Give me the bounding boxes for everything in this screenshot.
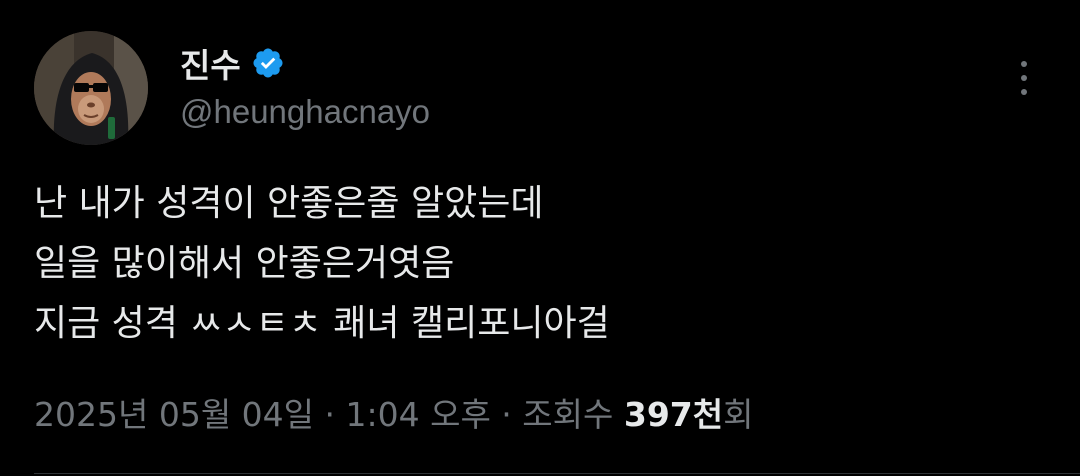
- views-label-suffix: 회: [723, 395, 754, 434]
- tweet-text-line: 지금 성격 ㅆㅅㅌㅊ 쾌녀 캘리포니아걸: [34, 303, 610, 344]
- views-count: 397천: [623, 395, 724, 434]
- tweet-text-line: 일을 많이해서 안좋은거엿음: [34, 243, 455, 284]
- divider: [34, 473, 1080, 474]
- tweet-card: 진수 @heunghacnayo 난 내가 성격이 안좋은줄 알았는데 일을 많…: [0, 0, 1080, 476]
- avatar[interactable]: [34, 31, 148, 145]
- meta-separator: ·: [490, 395, 523, 434]
- tweet-text-line: 난 내가 성격이 안좋은줄 알았는데: [34, 183, 544, 224]
- more-options-icon-dot: [1021, 75, 1027, 81]
- more-options-button[interactable]: [1006, 56, 1042, 100]
- tweet-meta: 2025년 05월 04일 · 1:04 오후 · 조회수 397천 회: [34, 388, 754, 436]
- tweet-timestamp[interactable]: 2025년 05월 04일 · 1:04 오후: [34, 388, 491, 436]
- tweet-text: 난 내가 성격이 안좋은줄 알았는데 일을 많이해서 안좋은거엿음 지금 성격 …: [34, 174, 1014, 354]
- views-label-prefix: 조회수: [522, 395, 624, 434]
- more-options-icon-dot: [1021, 89, 1027, 95]
- author-name-row: 진수: [180, 38, 285, 88]
- verified-badge-icon: [253, 48, 283, 78]
- author-handle[interactable]: @heunghacnayo: [180, 93, 430, 131]
- author-display-name[interactable]: 진수: [180, 39, 241, 87]
- avatar-image: [34, 31, 148, 145]
- more-options-icon-dot: [1021, 61, 1027, 67]
